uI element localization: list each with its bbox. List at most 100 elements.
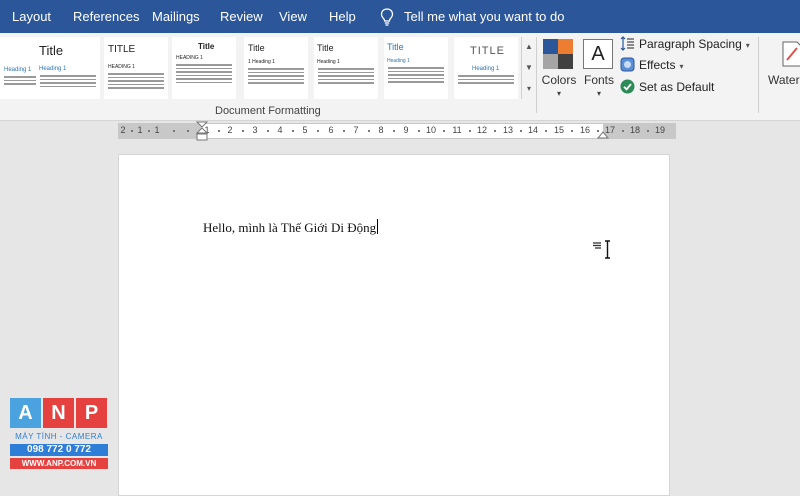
ruler-tick	[342, 130, 345, 132]
watermark-icon	[782, 41, 800, 67]
logo-letter: N	[43, 398, 74, 428]
checkmark-circle-icon	[620, 79, 635, 94]
thumb-title: Title	[317, 43, 334, 53]
tab-mailings[interactable]: Mailings	[152, 9, 200, 24]
ruler-tick	[367, 130, 370, 132]
ruler-number: 16	[579, 125, 590, 135]
thumb-heading: Heading 1	[317, 59, 340, 65]
fonts-button[interactable]: A Fonts ▾	[579, 37, 619, 98]
ruler-tick	[317, 130, 319, 132]
ruler-number: 2	[227, 125, 233, 135]
ruler-number: 1	[137, 125, 143, 135]
style-set-thumb[interactable]: TITLE HEADING 1	[104, 37, 168, 99]
gallery-up-arrow-icon[interactable]: ▲	[522, 37, 536, 57]
ruler-tick	[217, 130, 220, 132]
set-as-default-label: Set as Default	[639, 80, 715, 94]
ruler-number: 11	[452, 125, 462, 135]
style-set-thumb[interactable]: Title 1 Heading 1	[244, 37, 308, 99]
tab-references[interactable]: References	[73, 9, 139, 24]
ruler-number: 6	[328, 125, 334, 135]
ribbon: Heading 1 Title Heading 1 TITLE HEADING …	[0, 33, 800, 121]
menu-bar: Layout References Mailings Review View H…	[0, 0, 800, 33]
fonts-label: Fonts	[583, 73, 614, 87]
watermark-label: Water	[768, 73, 800, 87]
document-paragraph[interactable]: Hello, mình là Thế Giới Di Động	[203, 219, 379, 236]
ruler-tick	[646, 130, 649, 132]
style-set-thumb[interactable]: TITLE Heading 1	[454, 37, 518, 99]
gallery-scroll: ▲ ▼ ▾	[521, 37, 536, 99]
style-set-thumb[interactable]: Title Heading 1	[314, 37, 378, 99]
tab-help[interactable]: Help	[329, 9, 356, 24]
ruler-number: 2	[120, 125, 126, 135]
tab-layout[interactable]: Layout	[12, 9, 51, 24]
ruler-tick	[241, 130, 244, 132]
thumb-title: Title	[387, 42, 404, 52]
ibeam-cursor-icon	[593, 240, 610, 259]
style-set-thumb[interactable]: Title Heading 1	[36, 37, 100, 99]
document-text: Hello, mình là Thế Giới Di Động	[203, 220, 377, 235]
anp-logo: A N P MÁY TÍNH - CAMERA 098 772 0 772 WW…	[10, 398, 108, 470]
tab-view[interactable]: View	[279, 9, 307, 24]
ruler-number: 1	[154, 125, 160, 135]
text-cursor	[377, 219, 379, 234]
ruler-tick	[571, 130, 573, 132]
ruler-tick	[443, 130, 445, 132]
logo-subtitle: MÁY TÍNH - CAMERA	[15, 432, 103, 441]
ruler-tick	[187, 130, 189, 132]
style-set-gallery: Heading 1 Title Heading 1 TITLE HEADING …	[0, 37, 520, 103]
document-page[interactable]: Hello, mình là Thế Giới Di Động	[118, 154, 670, 496]
lightbulb-icon	[380, 8, 394, 26]
effects-label: Effects	[639, 58, 676, 72]
thumb-title: TITLE	[108, 44, 136, 55]
chevron-down-icon: ▾	[596, 89, 601, 98]
thumb-heading: HEADING 1	[108, 64, 135, 70]
ruler-number: 18	[629, 125, 640, 135]
thumb-heading: Heading 1	[39, 66, 67, 72]
logo-letter: A	[10, 398, 41, 428]
watermark-button[interactable]: Water	[766, 37, 800, 97]
ruler-tick	[545, 130, 547, 132]
ruler-tick	[519, 130, 522, 132]
ruler-number: 19	[654, 125, 665, 135]
ruler-tick	[291, 130, 294, 132]
right-indent-marker-icon[interactable]	[596, 128, 610, 140]
ruler-number: 9	[403, 125, 409, 135]
ruler-number: 15	[553, 125, 564, 135]
ruler-number: 10	[425, 125, 436, 135]
thumb-title: Title	[248, 43, 265, 53]
style-set-thumb[interactable]: Title HEADING 1	[172, 37, 236, 99]
group-label-document-formatting: Document Formatting	[215, 105, 321, 117]
paragraph-spacing-label: Paragraph Spacing	[639, 37, 742, 51]
thumb-title: Title	[39, 43, 64, 58]
ruler-number: 3	[252, 125, 258, 135]
thumb-heading: Heading 1	[472, 66, 500, 72]
logo-letter: P	[76, 398, 107, 428]
ruler-number: 8	[378, 125, 384, 135]
thumb-heading: HEADING 1	[176, 55, 203, 61]
gallery-more-icon[interactable]: ▾	[522, 79, 536, 99]
thumb-title: TITLE	[470, 45, 505, 57]
colors-swatch-icon	[543, 39, 573, 69]
ruler-tick	[417, 130, 420, 132]
chevron-down-icon: ▾	[556, 89, 561, 98]
style-set-thumb[interactable]: Title Heading 1	[384, 37, 448, 99]
tell-me-label: Tell me what you want to do	[404, 9, 565, 24]
ruler-number: 13	[502, 125, 513, 135]
logo-website: WWW.ANP.COM.VN	[10, 458, 108, 469]
ribbon-separator	[536, 37, 537, 113]
ruler-tick	[392, 130, 395, 132]
ruler-number: 4	[277, 125, 283, 135]
effects-icon	[620, 57, 635, 72]
ruler-number: 5	[302, 125, 308, 135]
chevron-down-icon: ▾	[679, 62, 684, 71]
indent-marker-icon[interactable]	[195, 121, 209, 143]
thumb-heading: Heading 1	[387, 58, 410, 64]
ruler-tick	[494, 130, 496, 132]
logo-phone: 098 772 0 772	[10, 444, 108, 456]
colors-button[interactable]: Colors ▾	[539, 37, 579, 98]
paragraph-spacing-icon	[620, 36, 634, 51]
thumb-title: Title	[198, 42, 215, 51]
tab-review[interactable]: Review	[220, 9, 263, 24]
gallery-down-arrow-icon[interactable]: ▼	[522, 58, 536, 78]
thumb-heading: 1 Heading 1	[248, 59, 275, 65]
